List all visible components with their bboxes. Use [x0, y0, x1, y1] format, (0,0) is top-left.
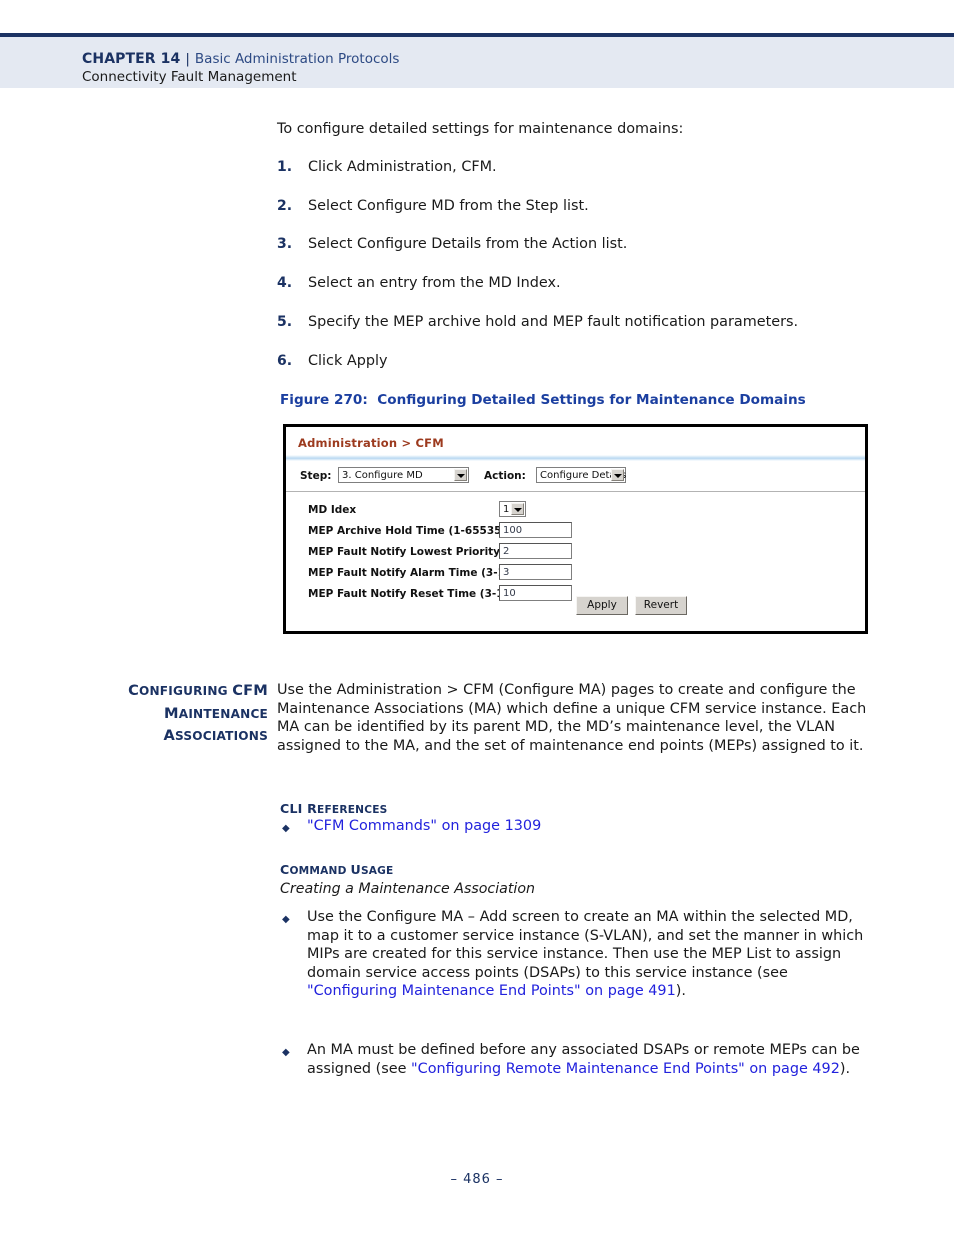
procedure-step-list: 1. Click Administration, CFM. 2. Select … [277, 158, 887, 390]
md-index-select[interactable]: 1 [499, 501, 526, 517]
cli-heading-cap: CLI R [280, 801, 318, 816]
mep-archive-hold-time-input[interactable]: 100 [499, 522, 572, 538]
list-item: 5. Specify the MEP archive hold and MEP … [277, 313, 887, 332]
cli-references-heading: CLI REFERENCES [280, 801, 387, 816]
breadcrumb: CHAPTER 14 | Basic Administration Protocol… [82, 48, 399, 67]
mep-fault-notify-alarm-time-input[interactable]: 3 [499, 564, 572, 580]
section-title: Connectivity Fault Management [82, 69, 297, 85]
command-usage-subtitle: Creating a Maintenance Association [280, 881, 536, 897]
mep-fault-notify-alarm-time-label: MEP Fault Notify Alarm Time (3-10) [308, 567, 517, 579]
step-text: Select an entry from the MD Index. [308, 275, 561, 292]
step-field-label: Step: [300, 470, 332, 482]
step-text: Select Configure MD from the Step list. [308, 197, 589, 214]
section-paragraph: Use the Administration > CFM (Configure … [277, 682, 867, 754]
chapter-title: Basic Administration Protocols [194, 51, 400, 67]
cmd-heading-smallcaps2: SAGE [360, 865, 394, 877]
command-usage-heading: COMMAND USAGE [280, 862, 394, 877]
chapter-label: CHAPTER 14 [82, 51, 181, 67]
screen-button-bar: Apply Revert [286, 596, 865, 620]
page-number: – 486 – [450, 1172, 504, 1187]
side-heading-cap: M [164, 704, 179, 722]
section-side-heading: CONFIGURING CFM MAINTENANCE ASSOCIATIONS [90, 680, 268, 748]
bullet-text-pre: Use the Configure MA – Add screen to cre… [307, 909, 864, 981]
list-item: 2. Select Configure MD from the Step lis… [277, 197, 887, 216]
diamond-bullet-icon: ◆ [282, 914, 290, 925]
mep-archive-hold-time-value: 100 [503, 525, 523, 536]
list-item: 3. Select Configure Details from the Act… [277, 235, 887, 254]
list-item: 1. Click Administration, CFM. [277, 158, 887, 177]
configuring-remote-maintenance-end-points-link[interactable]: "Configuring Remote Maintenance End Poin… [411, 1061, 840, 1077]
diamond-bullet-icon: ◆ [282, 823, 290, 834]
cli-heading-smallcaps: EFERENCES [317, 804, 388, 816]
side-heading-smallcaps: SSOCIATIONS [174, 729, 268, 743]
figure-caption: Figure 270: Configuring Detailed Setting… [280, 392, 806, 408]
diamond-bullet-icon: ◆ [282, 1047, 290, 1058]
step-select-value: 3. Configure MD [342, 470, 423, 481]
mep-archive-hold-time-label: MEP Archive Hold Time (1-65535) [308, 525, 507, 537]
figure-number: Figure 270: [280, 392, 368, 408]
step-number: 6. [277, 352, 293, 369]
mep-fault-notify-lowest-priority-input[interactable]: 2 [499, 543, 572, 559]
step-text: Click Apply [308, 352, 388, 369]
step-text: Specify the MEP archive hold and MEP fau… [308, 313, 799, 330]
chevron-down-icon[interactable] [454, 469, 467, 481]
list-item: An MA must be defined before any associa… [307, 1041, 880, 1078]
list-item: Use the Configure MA – Add screen to cre… [307, 908, 880, 1001]
side-heading-cap: C [128, 682, 139, 699]
step-number: 3. [277, 236, 293, 253]
figure-caption-text: Configuring Detailed Settings for Mainte… [377, 392, 806, 408]
chevron-down-icon[interactable] [511, 503, 524, 515]
md-index-label: MD Idex [308, 504, 357, 516]
step-select[interactable]: 3. Configure MD [338, 467, 469, 483]
step-number: 4. [277, 275, 293, 292]
action-select[interactable]: Configure Details [536, 467, 626, 483]
step-text: Select Configure Details from the Action… [308, 236, 628, 253]
revert-button[interactable]: Revert [635, 596, 687, 615]
form-row: MD Idex 1 [286, 501, 865, 522]
form-row: MEP Archive Hold Time (1-65535) 100 [286, 522, 865, 543]
action-field-label: Action: [484, 470, 526, 482]
page-footer: – 486 – [0, 1172, 954, 1187]
screen-breadcrumb-title: Administration > CFM [298, 436, 444, 450]
chevron-down-icon[interactable] [611, 469, 624, 481]
side-heading-smallcaps: ONFIGURING [139, 684, 233, 698]
mep-fault-notify-alarm-time-value: 3 [503, 567, 510, 578]
step-number: 2. [277, 197, 293, 214]
form-row: MEP Fault Notify Lowest Priority (1-6) 2 [286, 543, 865, 564]
screen-toolbar: Step: 3. Configure MD Action: Configure … [286, 463, 865, 492]
apply-button[interactable]: Apply [576, 596, 628, 615]
list-item: 4. Select an entry from the MD Index. [277, 274, 887, 293]
step-text: Click Administration, CFM. [308, 159, 497, 175]
figure-screenshot: Administration > CFM Step: 3. Configure … [283, 424, 868, 634]
side-heading-acronym: CFM [232, 682, 268, 699]
page-running-header: CHAPTER 14 | Basic Administration Protocol… [0, 33, 954, 88]
screen-divider-bar [286, 455, 865, 461]
form-row: MEP Fault Notify Alarm Time (3-10) 3 [286, 564, 865, 585]
breadcrumb-separator: | [185, 51, 190, 67]
step-number: 5. [277, 313, 293, 330]
step-number: 1. [277, 159, 293, 175]
configuring-maintenance-end-points-link[interactable]: "Configuring Maintenance End Points" on … [307, 983, 676, 999]
bullet-text-post: ). [839, 1060, 851, 1077]
bullet-text-post: ). [675, 983, 686, 1000]
cmd-heading-smallcaps: OMMAND [289, 865, 351, 877]
mep-fault-notify-lowest-priority-value: 2 [503, 546, 510, 557]
cmd-heading-cap2: U [350, 862, 361, 877]
cfm-commands-link[interactable]: "CFM Commands" on page 1309 [307, 818, 541, 834]
intro-paragraph: To configure detailed settings for maint… [277, 121, 684, 137]
md-index-value: 1 [503, 504, 510, 515]
side-heading-smallcaps: AINTENANCE [178, 706, 268, 721]
list-item: 6. Click Apply [277, 352, 887, 371]
side-heading-cap: A [163, 727, 175, 744]
